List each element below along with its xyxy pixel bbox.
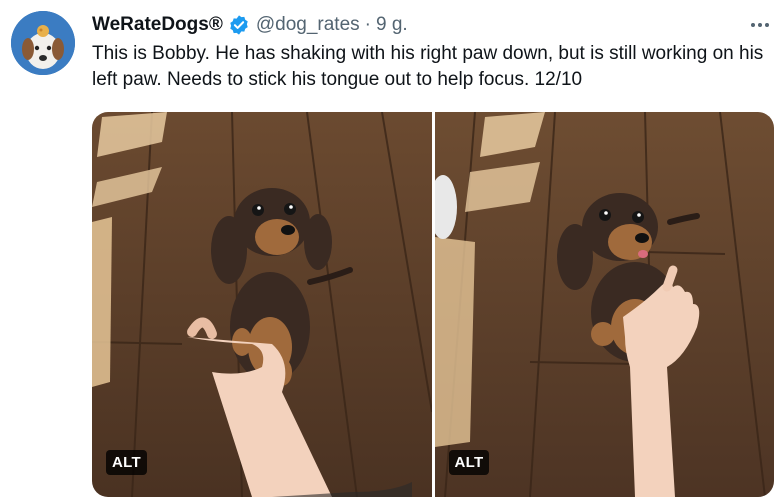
tweet[interactable]: WeRateDogs® @dog_rates · 9 g. This is Bo… [0, 0, 782, 503]
more-options-button[interactable] [748, 13, 772, 37]
author-name[interactable]: WeRateDogs® [92, 14, 223, 36]
dog-photo-image [92, 112, 432, 497]
alt-text-badge[interactable]: ALT [448, 450, 490, 475]
dog-avatar-icon [11, 11, 75, 75]
dog-photo-image [434, 112, 774, 497]
media-grid: ALT ALT [92, 112, 774, 497]
tweet-photo[interactable]: ALT [434, 112, 774, 497]
alt-text-badge[interactable]: ALT [106, 450, 147, 475]
verified-badge-icon [228, 14, 250, 36]
separator-dot: · [364, 14, 371, 35]
avatar[interactable] [11, 11, 75, 75]
tweet-header: WeRateDogs® @dog_rates · 9 g. [92, 12, 408, 38]
more-horizontal-icon [751, 23, 769, 27]
tweet-photo[interactable]: ALT [92, 112, 432, 497]
author-handle[interactable]: @dog_rates [256, 14, 360, 36]
tweet-text: This is Bobby. He has shaking with his r… [92, 43, 764, 90]
tweet-timestamp[interactable]: 9 g. [376, 14, 408, 36]
